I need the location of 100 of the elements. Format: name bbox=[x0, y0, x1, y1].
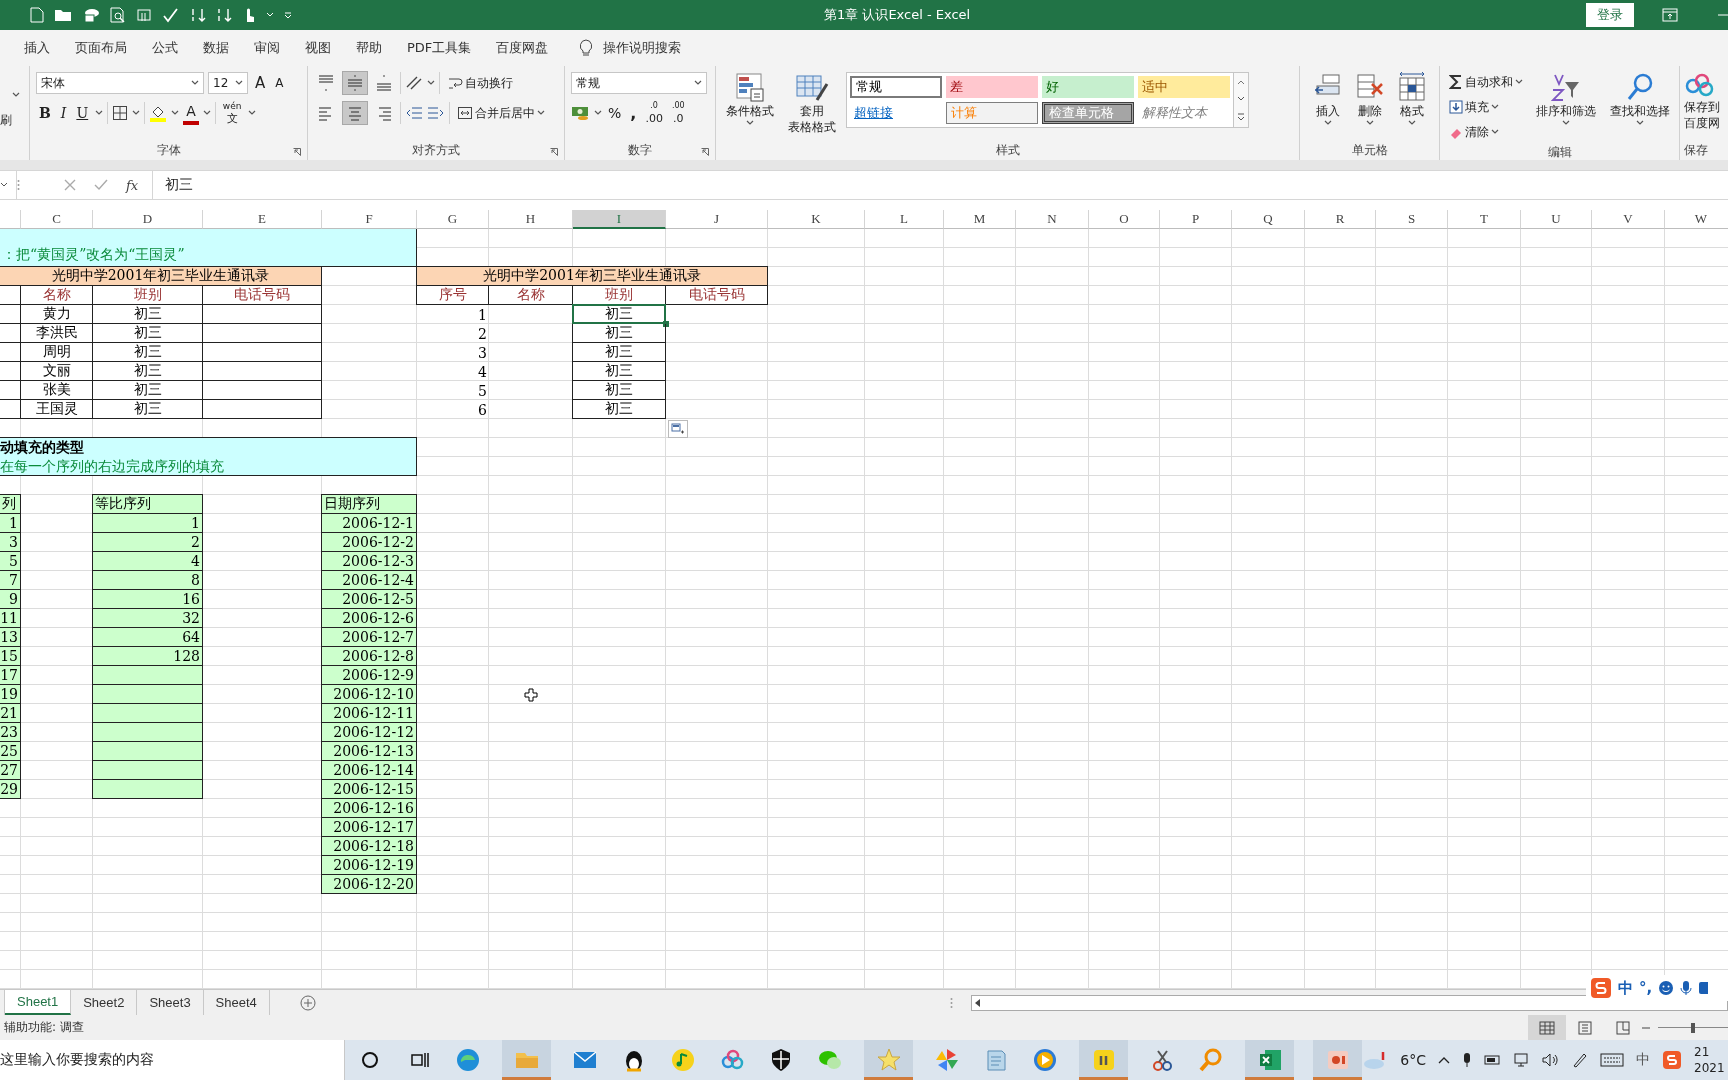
login-button[interactable]: 登录 bbox=[1586, 3, 1634, 27]
pinwheel-icon[interactable] bbox=[934, 1047, 961, 1073]
microphone-icon[interactable] bbox=[1680, 980, 1693, 996]
ribbon-display-icon[interactable] bbox=[1662, 8, 1678, 22]
text-orientation-icon[interactable] bbox=[405, 75, 423, 91]
phonetic-button[interactable]: wén 文 bbox=[219, 101, 245, 125]
cloud-save-icon[interactable] bbox=[82, 7, 100, 23]
ribbon-tab[interactable]: 数据 bbox=[203, 39, 229, 57]
decimal-button[interactable]: .00 .0 bbox=[668, 101, 688, 125]
find-select-button[interactable]: 查找和选择 bbox=[1606, 70, 1674, 144]
increase-font-button[interactable]: A bbox=[252, 71, 269, 95]
scroll-down-icon[interactable] bbox=[1237, 96, 1245, 102]
more-icon[interactable] bbox=[1237, 113, 1245, 122]
align-button[interactable] bbox=[342, 101, 368, 125]
sort-ascending-icon[interactable] bbox=[190, 7, 206, 23]
new-document-icon[interactable] bbox=[30, 7, 44, 23]
sogou-icon[interactable] bbox=[1662, 1050, 1682, 1070]
caret-icon[interactable] bbox=[0, 182, 8, 188]
format-painter-button[interactable]: 刷 bbox=[0, 111, 29, 129]
star-icon[interactable] bbox=[875, 1047, 902, 1073]
pen-icon[interactable] bbox=[1572, 1052, 1588, 1068]
chevron-up-icon[interactable] bbox=[1438, 1056, 1450, 1064]
caret-icon[interactable] bbox=[427, 80, 435, 86]
caret-icon[interactable] bbox=[132, 110, 141, 116]
cell-style-option[interactable]: 适中 bbox=[1138, 76, 1230, 98]
comma-button[interactable]: , bbox=[627, 101, 640, 125]
column-header[interactable]: I bbox=[573, 210, 666, 229]
zoom-slider-thumb[interactable] bbox=[1691, 1022, 1695, 1033]
cells-button[interactable]: 格式 bbox=[1392, 70, 1431, 140]
table-cell[interactable]: 初三 bbox=[572, 361, 666, 381]
insert-function-button[interactable]: fx bbox=[126, 177, 139, 193]
save-to-cloud-button[interactable]: 保存到 百度网 bbox=[1684, 70, 1720, 132]
dialog-launcher-icon[interactable] bbox=[701, 148, 709, 156]
caret-icon[interactable] bbox=[202, 110, 211, 116]
formula-input[interactable]: 初三 bbox=[153, 171, 1728, 199]
ribbon-tab[interactable]: PDF工具集 bbox=[407, 39, 472, 57]
media-player-icon[interactable] bbox=[1032, 1047, 1059, 1073]
ribbon-tab[interactable]: 公式 bbox=[152, 39, 178, 57]
fill-color-icon[interactable] bbox=[149, 104, 168, 122]
browser-icon[interactable] bbox=[455, 1047, 482, 1073]
table-cell[interactable]: 初三 bbox=[572, 342, 666, 362]
ime-toolbar[interactable]: 中 °, bbox=[1586, 975, 1728, 1001]
ribbon-tab[interactable]: 视图 bbox=[305, 39, 331, 57]
wrap-text-button[interactable]: 自动换行 bbox=[444, 71, 516, 95]
bold-button[interactable]: B bbox=[36, 101, 54, 125]
ime-mode[interactable]: 中 bbox=[1618, 978, 1633, 998]
normal-view-button[interactable] bbox=[1528, 1015, 1566, 1040]
autosum-button[interactable]: 自动求和 bbox=[1446, 70, 1526, 94]
paste-options-button[interactable] bbox=[668, 419, 688, 438]
network-icon[interactable] bbox=[1514, 1053, 1530, 1067]
decimal-button[interactable]: .0 .00 bbox=[642, 101, 666, 125]
caret-icon[interactable] bbox=[248, 110, 257, 116]
percent-button[interactable]: % bbox=[605, 101, 625, 125]
cell-style-option[interactable]: 常规 bbox=[850, 76, 942, 98]
italic-button[interactable]: I bbox=[57, 101, 70, 125]
caret-icon[interactable] bbox=[594, 110, 602, 116]
dialog-launcher-icon[interactable] bbox=[550, 148, 558, 156]
ribbon-tab[interactable]: 页面布局 bbox=[75, 39, 127, 57]
number-format-field[interactable]: 常规 bbox=[571, 72, 707, 94]
ime-punctuation[interactable]: °, bbox=[1639, 979, 1653, 997]
decrease-font-button[interactable]: A bbox=[272, 71, 287, 95]
ribbon-tab[interactable]: 审阅 bbox=[254, 39, 280, 57]
ribbon-tab[interactable]: 插入 bbox=[24, 39, 50, 57]
table-cell[interactable]: 初三 bbox=[572, 399, 666, 419]
borders-icon[interactable] bbox=[112, 105, 129, 121]
underline-button[interactable]: U bbox=[73, 101, 92, 125]
cell-style-option[interactable]: 超链接 bbox=[850, 102, 942, 124]
sogou-icon[interactable] bbox=[1590, 977, 1612, 999]
cells-button[interactable]: 插入 bbox=[1308, 70, 1347, 140]
clock-date[interactable]: 2021 bbox=[1694, 1060, 1728, 1076]
sort-filter-button[interactable]: 排序和筛选 bbox=[1532, 70, 1600, 144]
print-preview-icon[interactable] bbox=[110, 7, 126, 23]
ribbon-tab[interactable]: 百度网盘 bbox=[496, 39, 549, 57]
font-color-button[interactable]: A bbox=[183, 101, 199, 125]
font-size-field[interactable]: 12 bbox=[208, 72, 248, 94]
more-options-icon[interactable] bbox=[17, 179, 20, 191]
align-button[interactable] bbox=[342, 71, 368, 95]
cell-style-option[interactable]: 好 bbox=[1042, 76, 1134, 98]
sheet-tab[interactable]: Sheet1 bbox=[5, 990, 72, 1015]
clock-time[interactable]: 21 bbox=[1694, 1044, 1728, 1060]
scroll-up-icon[interactable] bbox=[1237, 78, 1245, 85]
clear-button[interactable]: 清除 bbox=[1446, 120, 1526, 144]
cell-style-option[interactable]: 差 bbox=[946, 76, 1038, 98]
table-cell[interactable]: 初三 bbox=[572, 323, 666, 343]
font-name-field[interactable]: 宋体 bbox=[36, 72, 204, 94]
microphone-icon[interactable] bbox=[1462, 1052, 1472, 1068]
selected-cell[interactable]: 初三 bbox=[572, 304, 666, 324]
emoji-icon[interactable] bbox=[1658, 980, 1675, 996]
keyboard-icon[interactable] bbox=[1600, 1053, 1624, 1067]
fill-button[interactable]: 填充 bbox=[1446, 95, 1526, 119]
caret-icon[interactable] bbox=[12, 91, 20, 98]
caret-icon[interactable] bbox=[171, 110, 180, 116]
spelling-icon[interactable] bbox=[162, 7, 180, 23]
conditional-format-button[interactable]: 条件格式 bbox=[722, 70, 778, 128]
cells-button[interactable]: 删除 bbox=[1350, 70, 1389, 140]
input-method-indicator[interactable]: 中 bbox=[1636, 1051, 1650, 1069]
taskbar-search-field[interactable]: 这里输入你要搜索的内容 bbox=[0, 1040, 346, 1080]
weather-temperature[interactable]: 6°C bbox=[1400, 1052, 1426, 1068]
format-as-table-button[interactable]: 套用 表格格式 bbox=[784, 70, 840, 136]
customize-icon[interactable] bbox=[284, 12, 292, 18]
